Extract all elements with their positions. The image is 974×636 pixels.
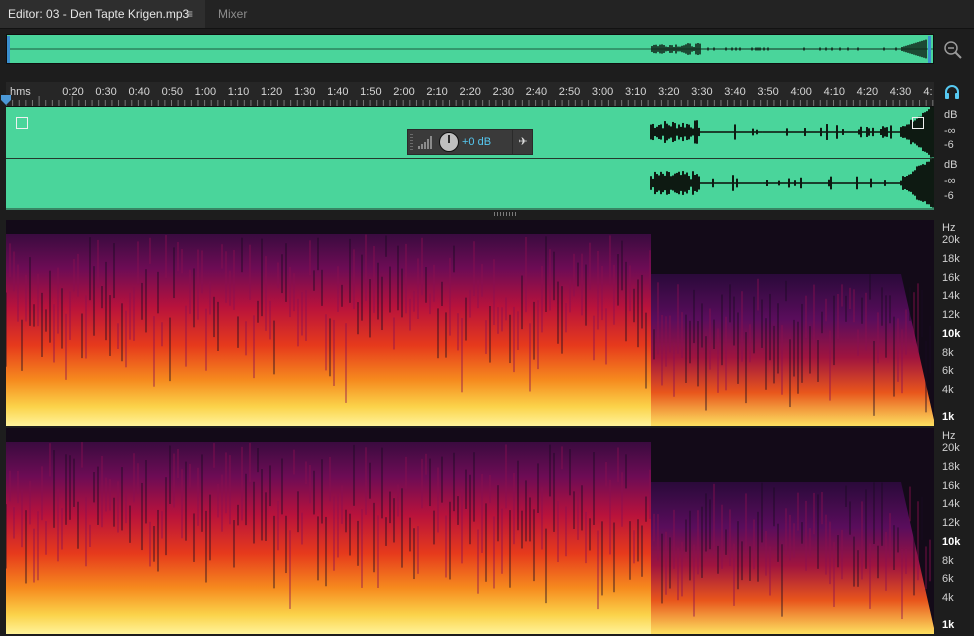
ruler-tick-label: 4:30: [889, 86, 912, 98]
panel-menu-icon[interactable]: ≡: [186, 0, 193, 28]
ruler-tick-label: 2:50: [558, 86, 581, 98]
ruler-tick-label: 3:00: [591, 86, 614, 98]
waveform-channels: [6, 107, 934, 210]
db-unit-ch1: dB: [944, 109, 958, 121]
ruler-tick-label: 3:20: [658, 86, 680, 98]
db-unit-ch2: dB: [944, 159, 958, 171]
time-ruler[interactable]: hms 0:20 0:30 0:40 0:50 1:00 1:10 1:20 1:30 1:40…: [6, 82, 934, 107]
ruler-tick-label: 0:30: [95, 86, 117, 98]
hz-14k: 14k: [942, 498, 960, 510]
ruler-tick-label: 2:30: [492, 86, 515, 98]
hz-10k: 10k: [942, 328, 961, 340]
panel-splitter[interactable]: [494, 212, 518, 216]
ruler-tick-label: 1:20: [260, 86, 283, 98]
hz-6k: 6k: [942, 365, 954, 377]
hz-20k: 20k: [942, 234, 960, 246]
spectrogram-1: [6, 234, 934, 426]
ruler-tick-label: 2:20: [459, 86, 481, 98]
spectral-display-channel-2[interactable]: [6, 428, 934, 634]
hz-18k: 18k: [942, 461, 960, 473]
ruler-tick-label: 3:30: [691, 86, 713, 98]
hz-12k: 12k: [942, 517, 960, 529]
ruler-tick-label: 1:10: [227, 86, 250, 98]
hz-10k: 10k: [942, 536, 961, 548]
hz-6k: 6k: [942, 573, 954, 585]
db-inf-ch2: -∞: [944, 175, 956, 187]
ruler-tick-label: 2:10: [426, 86, 448, 98]
hz-scale-channel-1: Hz 20k 18k 16k 14k 12k 10k 8k 6k 4k 1k: [934, 220, 974, 426]
ruler-tick-label: 2:40: [525, 86, 548, 98]
db-minus6-ch1: -6: [944, 139, 954, 151]
hud-grip[interactable]: [410, 134, 413, 150]
hz-8k: 8k: [942, 555, 954, 567]
fade-in-handle[interactable]: [16, 117, 28, 129]
gain-hud: +0 dB ✈: [407, 129, 533, 155]
ruler-tick-label: 3:10: [624, 86, 647, 98]
overview-navigator[interactable]: [6, 34, 934, 64]
ruler-tick-label: 2:00: [393, 86, 415, 98]
ruler-tick-label: 4:20: [856, 86, 879, 98]
hz-18k: 18k: [942, 253, 960, 265]
ruler-tick-label: 4:10: [823, 86, 846, 98]
hz-4k: 4k: [942, 384, 954, 396]
db-minus6-ch2: -6: [944, 190, 954, 202]
hz-unit: Hz: [942, 430, 956, 442]
spectral-display-channel-1[interactable]: [6, 220, 934, 426]
tab-bar: Editor: 03 - Den Tapte Krigen.mp3 ≡ Mixe…: [0, 0, 974, 29]
zoom-icon[interactable]: [942, 38, 964, 60]
ruler-tick-label: 0:20: [62, 86, 84, 98]
ruler-tick-label: 3:50: [757, 86, 779, 98]
hz-14k: 14k: [942, 290, 960, 302]
overview-waveform: [7, 36, 933, 63]
tab-editor[interactable]: Editor: 03 - Den Tapte Krigen.mp3 ≡: [0, 0, 205, 28]
ruler-tick-label: 0:50: [161, 86, 184, 98]
gain-knob[interactable]: [439, 132, 459, 152]
hz-1k: 1k: [942, 619, 955, 631]
ruler-tick-label: 1:40: [327, 86, 349, 98]
hz-1k: 1k: [942, 411, 955, 423]
tab-editor-label: Editor: 03 - Den Tapte Krigen.mp3: [8, 7, 190, 21]
spectrogram-2: [6, 442, 934, 634]
waveform-display[interactable]: [6, 107, 934, 210]
hz-8k: 8k: [942, 347, 954, 359]
ruler-tick-label: 1:50: [360, 86, 382, 98]
hz-16k: 16k: [942, 480, 960, 492]
playhead-marker[interactable]: [0, 95, 12, 105]
hz-4k: 4k: [942, 592, 954, 604]
ruler-tick-label: 4:: [923, 86, 933, 98]
ruler-tick-label: 0:40: [128, 86, 150, 98]
hz-16k: 16k: [942, 272, 960, 284]
db-scale: dB -∞ -6 dB -∞ -6: [934, 107, 974, 210]
db-inf-ch1: -∞: [944, 125, 956, 137]
ruler-tick-label: 1:00: [194, 86, 217, 98]
ruler-tick-label: 3:40: [724, 86, 746, 98]
ruler-tick-label: 1:30: [293, 86, 316, 98]
hz-12k: 12k: [942, 309, 960, 321]
gain-value[interactable]: +0 dB: [462, 136, 491, 148]
ruler-tick-label: 4:00: [790, 86, 812, 98]
pin-icon[interactable]: ✈: [512, 130, 533, 154]
fade-out-handle[interactable]: [912, 117, 924, 129]
hz-scale-channel-2: Hz 20k 18k 16k 14k 12k 10k 8k 6k 4k 1k: [934, 428, 974, 634]
headphones-icon[interactable]: [944, 84, 960, 100]
hz-unit: Hz: [942, 222, 956, 234]
hz-20k: 20k: [942, 442, 960, 454]
tab-mixer[interactable]: Mixer: [218, 0, 247, 28]
level-meter-icon: [418, 136, 432, 149]
